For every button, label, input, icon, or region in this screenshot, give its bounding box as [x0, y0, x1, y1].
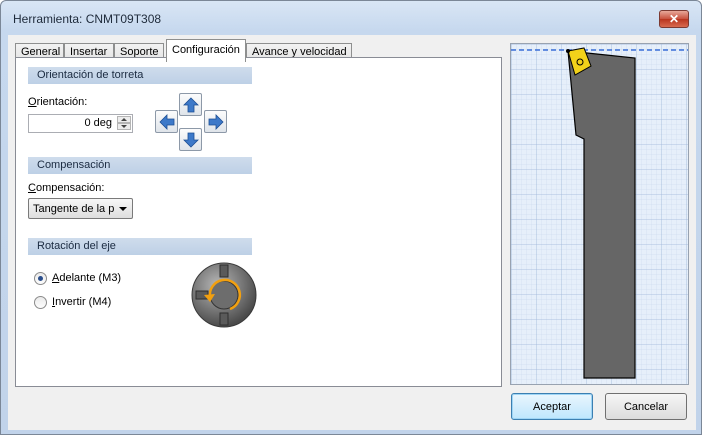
configuracion-panel: Orientación de torreta Orientación: 0 de…: [15, 57, 502, 387]
cancel-button[interactable]: Cancelar: [605, 393, 687, 420]
compensation-selected: Tangente de la p: [33, 203, 115, 215]
title-bar[interactable]: Herramienta: CNMT09T308 ✕: [1, 1, 701, 37]
spin-down-icon[interactable]: [117, 123, 131, 130]
window-title: Herramienta: CNMT09T308: [13, 12, 162, 26]
arrow-right-icon: [208, 114, 224, 130]
radio-invertir-label[interactable]: Invertir (M4): [52, 296, 111, 308]
rotate-down-button[interactable]: [179, 128, 202, 151]
arrow-up-icon: [183, 97, 199, 113]
orientation-spin-buttons[interactable]: [117, 116, 131, 131]
rotate-right-button[interactable]: [204, 110, 227, 133]
dialog-window: Herramienta: CNMT09T308 ✕ General Insert…: [0, 0, 702, 435]
spindle-section-header: Rotación del eje: [28, 238, 252, 255]
orientation-spinbox[interactable]: 0 deg: [28, 114, 133, 133]
tab-configuracion[interactable]: Configuración: [166, 39, 246, 62]
compensation-label: Compensación:: [28, 182, 105, 194]
arrow-down-icon: [183, 132, 199, 148]
rotate-left-button[interactable]: [155, 110, 178, 133]
spindle-rotation-icon: [191, 262, 257, 328]
dialog-client: General Insertar Soporte Configuración A…: [8, 35, 696, 430]
arrow-left-icon: [159, 114, 175, 130]
orientation-value[interactable]: 0 deg: [84, 117, 112, 129]
close-button[interactable]: ✕: [659, 10, 689, 28]
accept-button[interactable]: Aceptar: [511, 393, 593, 420]
turret-section-header: Orientación de torreta: [28, 67, 252, 84]
radio-adelante-label[interactable]: Adelante (M3): [52, 272, 121, 284]
radio-button[interactable]: [34, 296, 47, 309]
rotate-up-button[interactable]: [179, 93, 202, 116]
tool-preview: [510, 43, 689, 385]
tool-preview-canvas: [511, 44, 688, 384]
radio-button-checked[interactable]: [34, 272, 47, 285]
orientation-label: Orientación:: [28, 96, 88, 108]
close-icon: ✕: [668, 12, 680, 26]
compensation-dropdown[interactable]: Tangente de la p: [28, 198, 133, 219]
chevron-down-icon: [119, 207, 127, 211]
spin-up-icon[interactable]: [117, 116, 131, 123]
compensation-section-header: Compensación: [28, 157, 252, 174]
